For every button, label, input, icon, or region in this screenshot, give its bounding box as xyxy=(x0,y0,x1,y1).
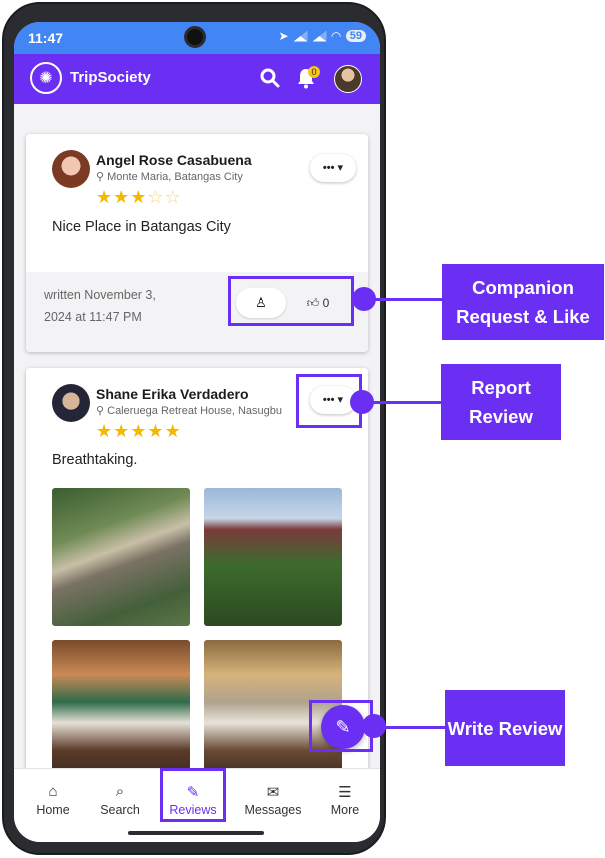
highlight-reviews-tab xyxy=(160,768,226,822)
brand-name: TripSociety xyxy=(70,69,151,86)
star-filled-icon: ★ xyxy=(113,421,131,441)
status-time: 11:47 xyxy=(28,30,64,46)
location-label: Monte Maria, Batangas City xyxy=(107,171,243,183)
review-photo[interactable] xyxy=(52,640,190,768)
reviewer-avatar[interactable] xyxy=(52,150,90,188)
status-bar: 11:47 ➤ ◠ 59 xyxy=(14,22,380,54)
wifi-icon: ◠ xyxy=(331,29,341,43)
nav-item-search[interactable]: ⌕ Search xyxy=(85,783,155,817)
status-icons: ➤ ◠ 59 xyxy=(278,29,366,43)
connector-line xyxy=(362,401,442,404)
star-empty-icon: ☆ xyxy=(147,187,165,207)
search-icon: ⌕ xyxy=(115,783,125,800)
star-filled-icon: ★ xyxy=(96,187,114,207)
nav-label: More xyxy=(330,803,360,817)
star-rating: ★★★☆☆ xyxy=(96,187,182,207)
notification-badge: 0 xyxy=(308,66,320,78)
review-photo[interactable] xyxy=(52,488,190,626)
review-text: Nice Place in Batangas City xyxy=(52,219,231,235)
review-text: Breathtaking. xyxy=(52,452,138,468)
nav-item-more[interactable]: ☰ More xyxy=(310,783,380,817)
nav-label: Messages xyxy=(244,803,302,817)
location-label: Caleruega Retreat House, Nasugbu xyxy=(107,405,283,417)
star-filled-icon: ★ xyxy=(96,421,114,441)
highlight-companion-like xyxy=(228,276,354,326)
signal-icon xyxy=(293,30,308,42)
signal-icon-2 xyxy=(312,30,327,42)
reviewer-name[interactable]: Angel Rose Casabuena xyxy=(96,152,252,168)
map-pin-icon: ⚲ xyxy=(96,171,105,183)
envelope-icon: ✉ xyxy=(266,784,280,801)
nav-item-home[interactable]: ⌂ Home xyxy=(18,783,88,817)
front-camera xyxy=(184,26,206,48)
nav-label: Search xyxy=(100,803,140,817)
nav-label: Home xyxy=(36,803,70,817)
reviewer-name[interactable]: Shane Erika Verdadero xyxy=(96,386,249,402)
reviewer-avatar[interactable] xyxy=(52,384,90,422)
more-options-button[interactable]: ••• ▾ xyxy=(310,154,356,182)
star-filled-icon: ★ xyxy=(113,187,131,207)
callout-write-review: Write Review xyxy=(445,690,565,766)
location-icon: ➤ xyxy=(278,29,289,43)
search-icon[interactable] xyxy=(258,66,282,90)
star-filled-icon: ★ xyxy=(164,421,182,441)
home-icon: ⌂ xyxy=(48,783,58,800)
connector-line xyxy=(364,298,442,301)
star-filled-icon: ★ xyxy=(130,187,148,207)
star-empty-icon: ☆ xyxy=(164,187,182,207)
nav-item-messages[interactable]: ✉ Messages xyxy=(238,783,308,817)
star-filled-icon: ★ xyxy=(130,421,148,441)
star-rating: ★★★★★ xyxy=(96,421,182,441)
annotated-screenshot: 11:47 ➤ ◠ 59 ✺ TripSociety 0 Angel Rose … xyxy=(0,0,605,858)
profile-avatar[interactable] xyxy=(334,65,362,93)
review-location: ⚲ Caleruega Retreat House, Nasugbu xyxy=(96,404,282,417)
callout-companion-like: Companion Request & Like xyxy=(442,264,604,340)
review-location: ⚲ Monte Maria, Batangas City xyxy=(96,170,243,183)
battery-indicator: 59 xyxy=(345,30,366,42)
menu-icon: ☰ xyxy=(338,784,352,801)
star-filled-icon: ★ xyxy=(147,421,165,441)
home-indicator xyxy=(128,831,264,835)
connector-line xyxy=(374,726,446,729)
callout-report-review: Report Review xyxy=(441,364,561,440)
reviews-feed[interactable]: Angel Rose Casabuena ⚲ Monte Maria, Bata… xyxy=(14,104,380,768)
review-photo[interactable] xyxy=(204,488,342,626)
logo-icon[interactable]: ✺ xyxy=(30,62,62,94)
written-timestamp: written November 3, 2024 at 11:47 PM xyxy=(44,288,156,324)
app-header: ✺ TripSociety 0 xyxy=(14,54,380,104)
map-pin-icon: ⚲ xyxy=(96,405,105,417)
